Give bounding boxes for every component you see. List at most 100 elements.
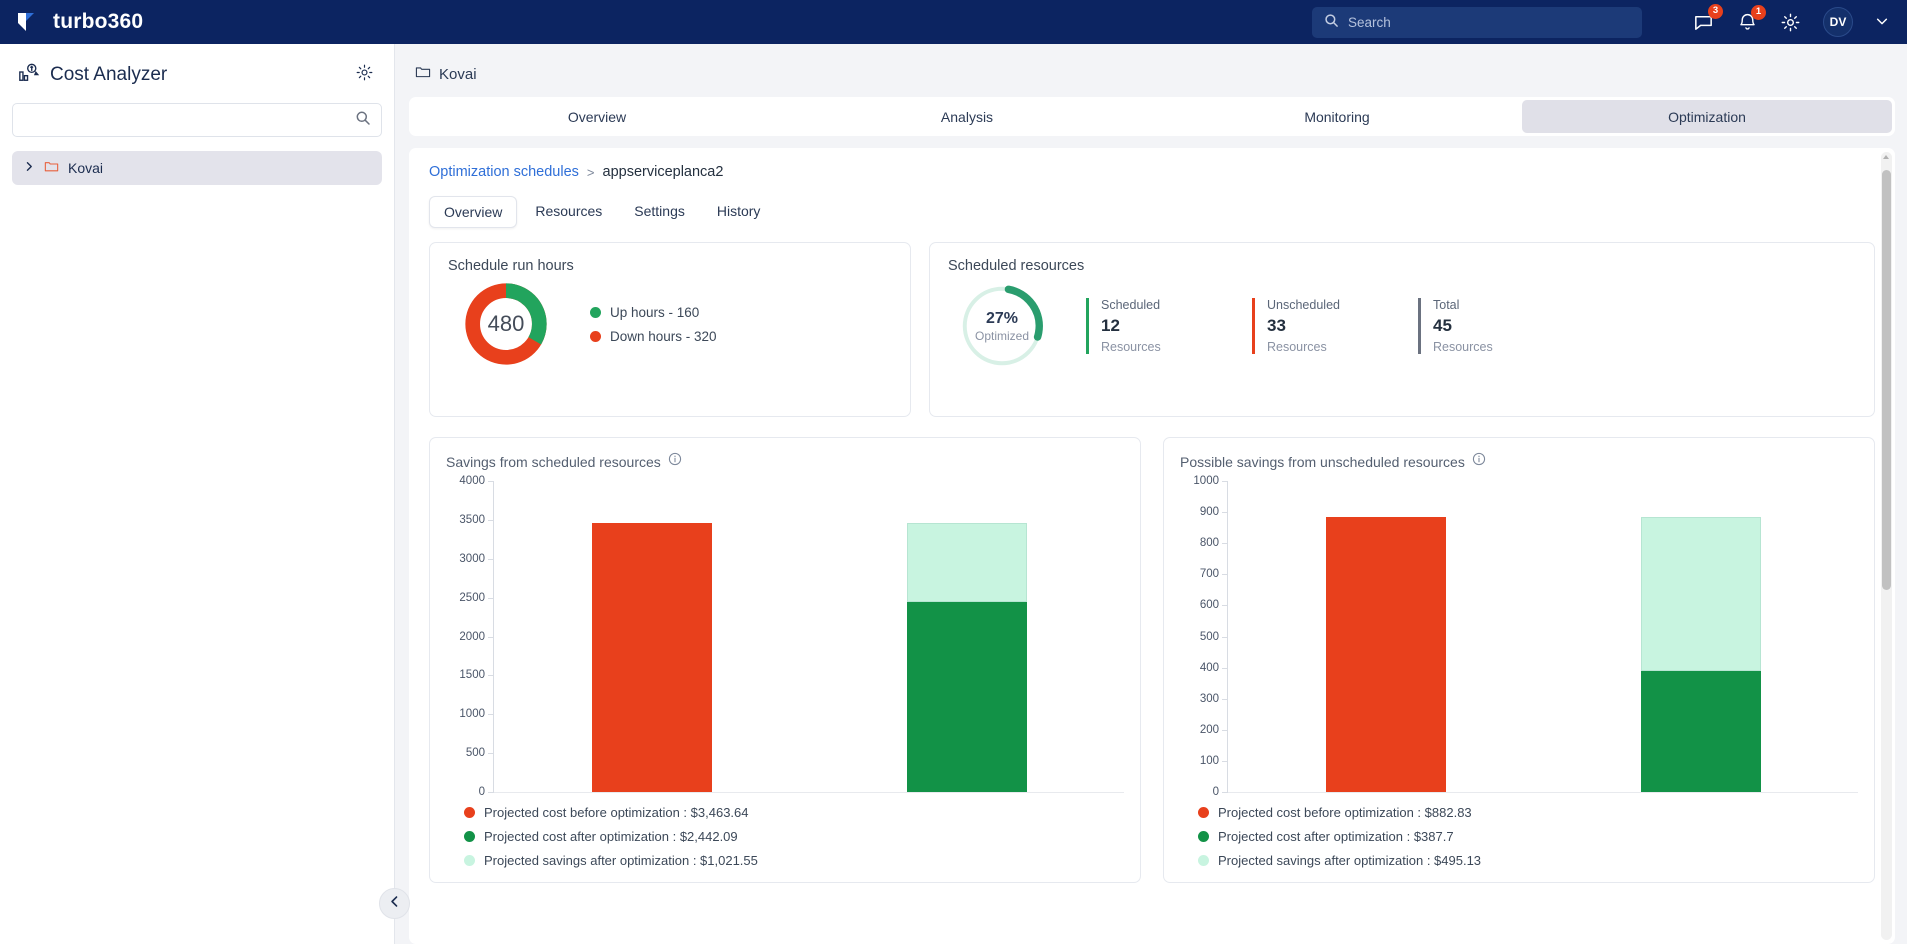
sidebar: Cost Analyzer Kovai (0, 44, 410, 944)
folder-icon (415, 64, 431, 84)
bar-segment (1325, 517, 1446, 792)
scheduled-resources-card: Scheduled resources 27% Optimized Schedu… (929, 242, 1875, 417)
chevron-down-icon[interactable] (1875, 14, 1889, 31)
schedule-run-hours-card: Schedule run hours 480 Up hours - 160 Do… (429, 242, 911, 417)
chevron-left-icon (388, 895, 401, 913)
workspace-breadcrumb: Kovai (409, 56, 1895, 97)
chart-plot-left: 0 500 1000 1500 2000 2500 3000 3500 4000 (446, 475, 1124, 798)
card-title: Schedule run hours (448, 258, 574, 274)
avatar[interactable]: DV (1823, 7, 1853, 37)
main-content: Kovai Overview Analysis Monitoring Optim… (395, 44, 1907, 944)
tab-overview[interactable]: Overview (412, 100, 782, 133)
scrollbar-thumb[interactable] (1882, 170, 1891, 590)
y-axis-tick: 2000 (459, 630, 493, 643)
breadcrumb-separator: > (586, 164, 595, 180)
breadcrumb: Optimization schedules > appserviceplanc… (429, 164, 1875, 180)
charts-row: Savings from scheduled resources 0 500 100… (429, 437, 1875, 883)
y-axis-left: 0 500 1000 1500 2000 2500 3000 3500 4000 (446, 475, 494, 798)
bar-segment (906, 522, 1027, 603)
scheduled-resources-content: 27% Optimized Scheduled 12 Resources Uns… (948, 280, 1856, 372)
topbar-actions: 3 1 DV (1692, 0, 1889, 44)
optimized-ring-chart: 27% Optimized (956, 280, 1048, 372)
legend-label: Up hours - 160 (610, 304, 700, 320)
chat-button[interactable]: 3 (1692, 3, 1723, 34)
y-axis-tick: 1000 (1193, 475, 1227, 487)
y-axis-tick: 100 (1199, 754, 1228, 767)
tab-monitoring[interactable]: Monitoring (1152, 100, 1522, 133)
bar-segment (591, 522, 712, 792)
legend-label: Projected cost before optimization : $88… (1218, 805, 1472, 820)
y-axis-tick: 3500 (459, 513, 493, 526)
chevron-right-icon[interactable] (24, 161, 35, 175)
bar-after-optimization[interactable] (1640, 517, 1761, 792)
schedule-sub-tab-bar: Overview Resources Settings History (429, 196, 1875, 228)
bar-slot (809, 481, 1124, 792)
stat-value: 33 (1267, 316, 1286, 335)
bar-before-optimization[interactable] (591, 522, 712, 792)
stat-unit: Resources (1433, 340, 1493, 354)
legend-label: Projected cost before optimization : $3,… (484, 805, 749, 820)
bar-after-optimization[interactable] (906, 522, 1027, 792)
legend-dot-cost-before (464, 807, 475, 818)
sidebar-search-input[interactable] (23, 112, 355, 128)
search-icon (1324, 13, 1339, 33)
sidebar-search-box[interactable] (12, 103, 382, 137)
brand[interactable]: turbo360 (14, 9, 143, 35)
global-search-placeholder: Search (1348, 15, 1391, 30)
stat-unit: Resources (1101, 340, 1161, 354)
y-axis-right: 0 100 200 300 400 500 600 700 800 900 1000 (1180, 475, 1228, 798)
subtab-resources[interactable]: Resources (521, 196, 616, 228)
legend-dot-savings-after (1198, 855, 1209, 866)
breadcrumb-current: appserviceplanca2 (602, 164, 724, 180)
y-axis-tick: 700 (1199, 568, 1228, 581)
legend-dot-cost-after (1198, 831, 1209, 842)
optimization-panel: Optimization schedules > appserviceplanc… (409, 148, 1895, 944)
y-axis-tick: 300 (1199, 692, 1228, 705)
stat-scheduled: Scheduled 12 Resources (1086, 298, 1196, 354)
run-hours-legend: Up hours - 160 Down hours - 320 (590, 305, 717, 344)
settings-gear-button[interactable] (1780, 12, 1801, 33)
chat-badge: 3 (1708, 3, 1723, 19)
bar-segment (906, 602, 1027, 792)
bar-before-optimization[interactable] (1325, 517, 1446, 792)
notifications-button[interactable]: 1 (1737, 4, 1766, 33)
y-axis-tick: 2500 (459, 591, 493, 604)
tab-optimization[interactable]: Optimization (1522, 100, 1892, 133)
brand-name: turbo360 (53, 10, 144, 33)
run-hours-total: 480 (487, 311, 525, 336)
savings-scheduled-chart-card: Savings from scheduled resources 0 500 100… (429, 437, 1141, 883)
legend-dot-cost-before (1198, 807, 1209, 818)
info-icon[interactable] (1472, 452, 1486, 471)
legend-item: Up hours - 160 (590, 305, 717, 320)
y-axis-tick: 200 (1199, 723, 1228, 736)
optimized-label: Optimized (974, 328, 1030, 343)
y-axis-tick: 400 (1199, 661, 1228, 674)
bar-segment (1640, 517, 1761, 672)
folder-icon (44, 159, 59, 177)
sidebar-collapse-button[interactable] (379, 888, 410, 919)
sidebar-settings-gear-icon[interactable] (355, 63, 374, 87)
stat-name: Unscheduled (1267, 298, 1340, 312)
legend-dot-up-hours (590, 306, 601, 318)
legend-dot-down-hours (590, 330, 601, 342)
plot-area-right (1228, 481, 1858, 793)
stat-total: Total 45 Resources (1418, 298, 1528, 354)
turbo360-logo-icon (14, 9, 40, 35)
subtab-history[interactable]: History (703, 196, 775, 228)
scroll-up-arrow-icon[interactable] (1883, 155, 1889, 159)
bar-slot (1228, 481, 1543, 792)
breadcrumb-link-optimization-schedules[interactable]: Optimization schedules (429, 164, 579, 180)
panel-scrollbar[interactable] (1881, 152, 1892, 940)
sidebar-item-kovai[interactable]: Kovai (12, 151, 382, 185)
info-icon[interactable] (668, 452, 682, 471)
y-axis-tick: 800 (1199, 537, 1228, 550)
run-hours-donut-chart: 480 (462, 280, 550, 368)
search-icon (355, 110, 371, 131)
chart-legend-left: Projected cost before optimization : $3,… (446, 793, 1124, 874)
chart-header: Possible savings from unscheduled resour… (1180, 452, 1858, 471)
global-search-box[interactable]: Search (1312, 7, 1642, 38)
subtab-settings[interactable]: Settings (620, 196, 699, 228)
legend-dot-savings-after (464, 855, 475, 866)
tab-analysis[interactable]: Analysis (782, 100, 1152, 133)
subtab-overview[interactable]: Overview (429, 196, 518, 228)
